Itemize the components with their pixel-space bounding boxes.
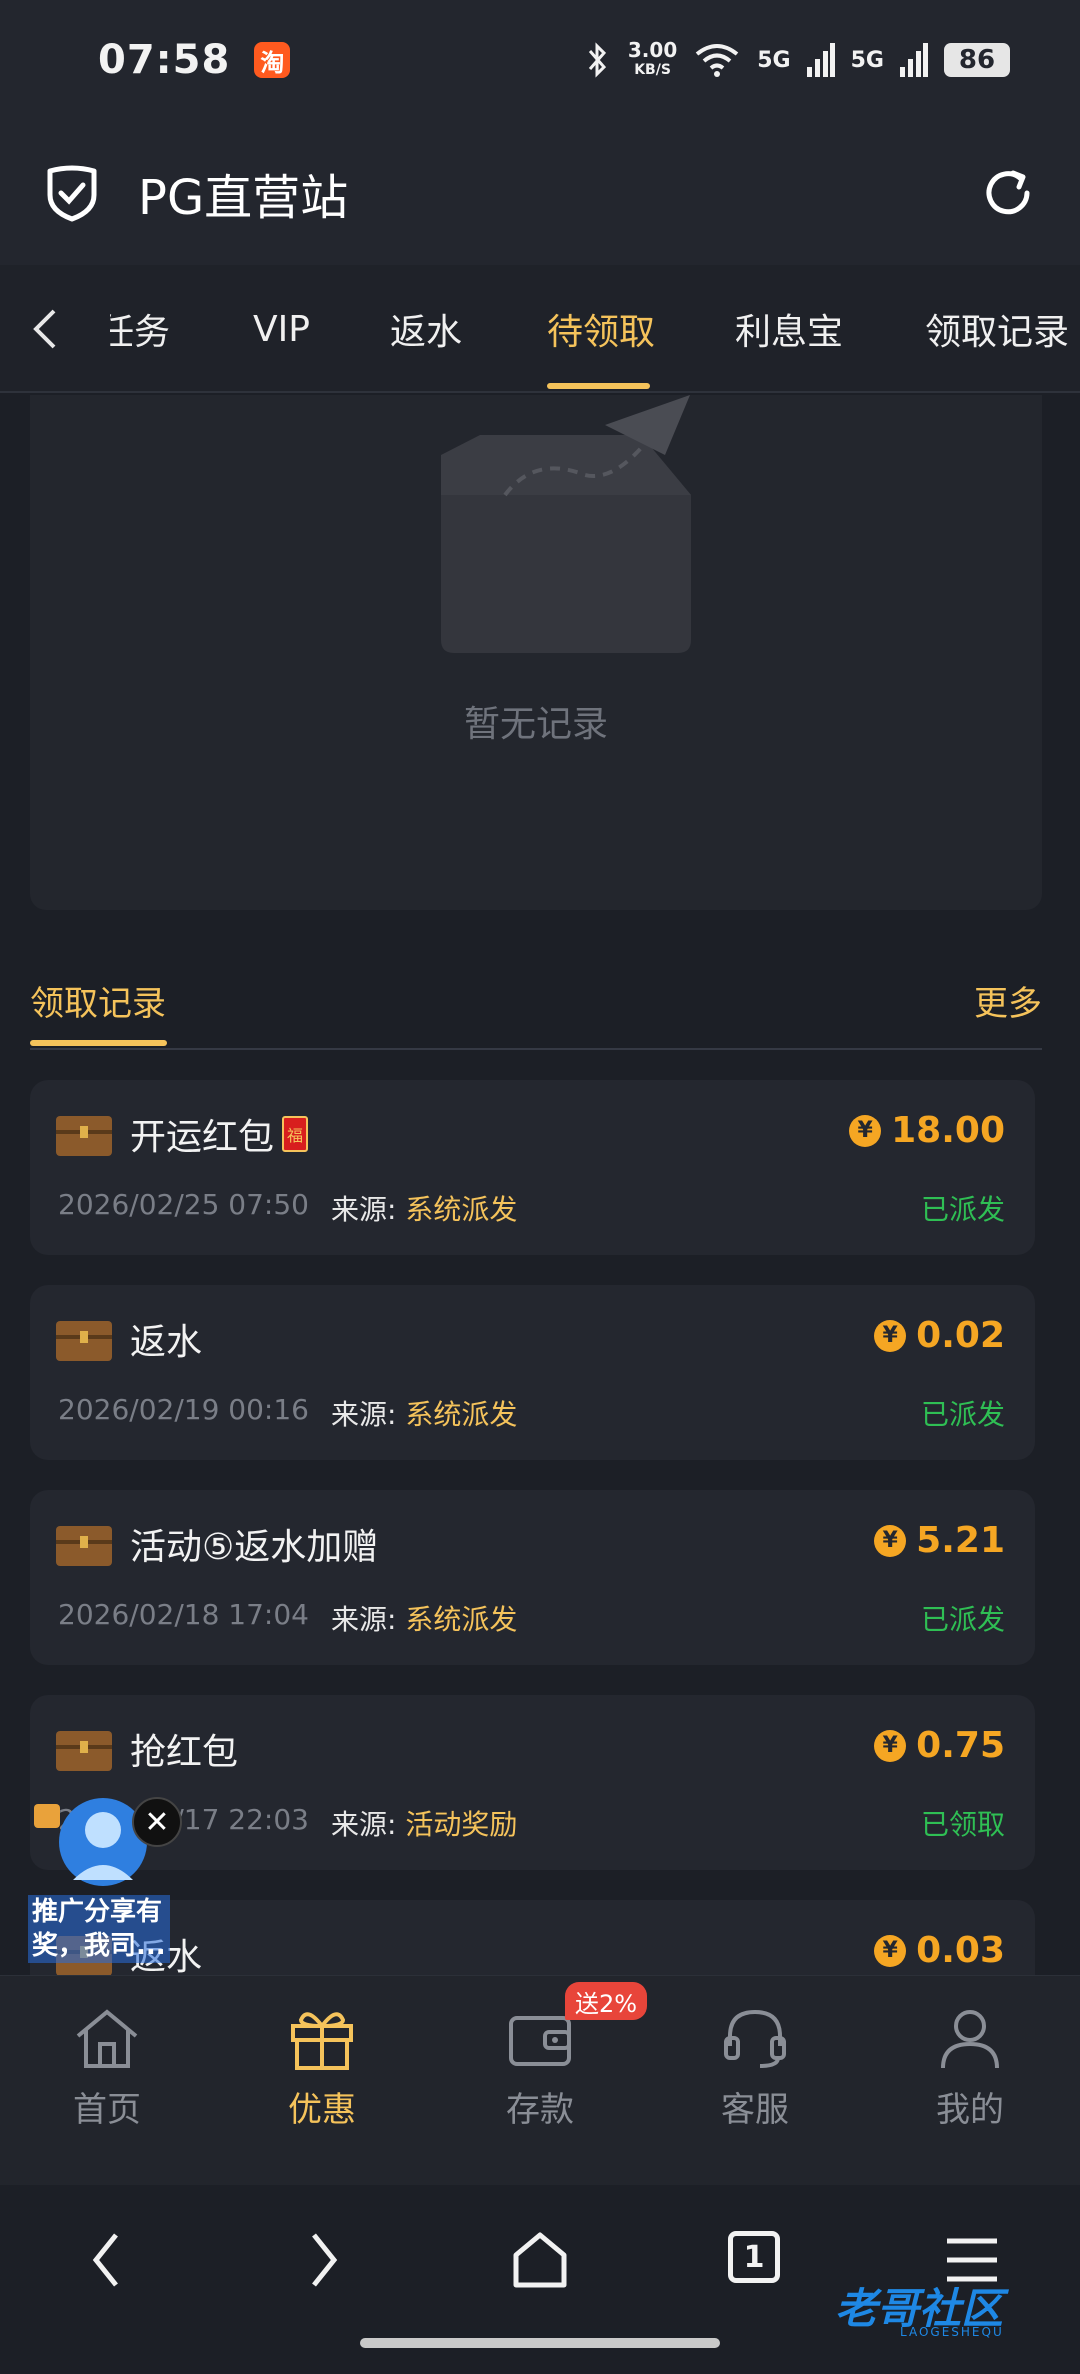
record-item[interactable]: 开运红包福 ¥18.00 2026/02/25 07:50 来源: 系统派发 已…	[30, 1080, 1035, 1255]
record-status: 已派发	[920, 1603, 1005, 1636]
bottom-nav: 首页 优惠 存款 客服 我的	[0, 1975, 1080, 2185]
tab-rebate[interactable]: 返水	[390, 265, 462, 393]
records-title[interactable]: 领取记录	[30, 976, 166, 1025]
records-section-header: 领取记录 更多	[30, 970, 1042, 1050]
nav-deposit[interactable]: 存款	[465, 2006, 615, 2131]
record-title: 活动⑤返水加赠	[130, 1527, 379, 1568]
signal-bars-icon	[900, 43, 928, 77]
source-label: 来源:	[330, 1193, 397, 1226]
record-status: 已派发	[920, 1193, 1005, 1226]
signal-5g-icon: 5G	[757, 47, 791, 73]
home-indicator[interactable]	[360, 2338, 720, 2348]
source-value: 系统派发	[405, 1603, 518, 1636]
red-envelope-icon: 福	[282, 1116, 309, 1152]
nav-profile[interactable]: 我的	[895, 2006, 1045, 2131]
battery-indicator: 86	[944, 43, 1010, 77]
record-date: 2026/02/18 17:04	[58, 1598, 309, 1631]
forward-arrow-icon[interactable]	[304, 2225, 344, 2295]
nav-promotions[interactable]: 优惠	[247, 2006, 397, 2131]
yuan-coin-icon: ¥	[874, 1319, 907, 1352]
source-value: 活动奖励	[405, 1808, 518, 1841]
app-header: PG直营站	[0, 120, 1080, 265]
record-meta: 2026/02/25 07:50 来源: 系统派发	[58, 1188, 517, 1228]
record-meta: 2026/02/18 17:04 来源: 系统派发	[58, 1598, 517, 1638]
record-date: 2026/02/25 07:50	[58, 1188, 309, 1221]
source-value: 系统派发	[405, 1193, 518, 1226]
yuan-coin-icon: ¥	[849, 1114, 882, 1147]
records-title-underline	[30, 1040, 167, 1046]
refresh-icon[interactable]	[980, 165, 1036, 221]
bluetooth-icon	[588, 42, 606, 78]
record-item[interactable]: 返水 ¥0.02 2026/02/19 00:16 来源: 系统派发 已派发	[30, 1285, 1035, 1460]
nav-home[interactable]: 首页	[32, 2006, 182, 2131]
shield-check-icon[interactable]	[44, 163, 100, 223]
gift-icon	[291, 2012, 353, 2070]
source-label: 来源:	[330, 1808, 397, 1841]
active-tab-indicator	[547, 383, 650, 389]
record-item[interactable]: 抢红包 ¥0.75 2026/02/17 22:03 来源: 活动奖励 已领取	[30, 1695, 1035, 1870]
empty-box-icon	[441, 395, 691, 653]
status-icons: 3.00 KB/S 5G 5G 86	[584, 40, 1010, 80]
user-icon	[941, 2010, 999, 2069]
treasure-chest-icon	[56, 1321, 112, 1361]
tab-pending[interactable]: 待领取	[547, 265, 655, 393]
wifi-icon	[696, 44, 739, 77]
record-title: 抢红包	[130, 1732, 239, 1773]
treasure-chest-icon	[56, 1116, 112, 1156]
browser-home-icon[interactable]	[510, 2225, 570, 2295]
browser-tabs-button[interactable]: 1	[728, 2231, 780, 2283]
source-label: 来源:	[330, 1398, 397, 1431]
promo-text[interactable]: 推广分享有 奖，我司...	[28, 1895, 170, 1963]
treasure-chest-icon	[56, 1526, 112, 1566]
record-title: 开运红包福	[130, 1108, 309, 1160]
treasure-chest-icon	[56, 1731, 112, 1771]
record-status: 已领取	[920, 1808, 1005, 1841]
source-label: 来源:	[330, 1603, 397, 1636]
yuan-coin-icon: ¥	[874, 1729, 907, 1762]
record-meta: 2026/02/19 00:16 来源: 系统派发	[58, 1393, 517, 1433]
page-title: PG直营站	[138, 169, 349, 226]
home-icon	[76, 2009, 138, 2068]
nav-support[interactable]: 客服	[680, 2006, 830, 2131]
record-item[interactable]: 返水 ¥0.03	[30, 1900, 1035, 1978]
watermark-subtext: LAOGESHEQU	[900, 2325, 1004, 2339]
tab-task[interactable]: 任务	[110, 265, 170, 393]
record-title: 返水	[130, 1322, 203, 1363]
taobao-app-icon: 淘	[254, 42, 291, 78]
deposit-bonus-badge: 送2%	[565, 1982, 648, 2020]
record-amount: ¥0.75	[874, 1725, 1005, 1766]
headset-icon	[724, 2009, 786, 2068]
more-link[interactable]: 更多	[974, 976, 1042, 1025]
signal-5g-icon: 5G	[850, 47, 884, 73]
record-amount: ¥0.03	[874, 1930, 1005, 1971]
net-speed: 3.00 KB/S	[627, 38, 678, 78]
record-amount: ¥0.02	[874, 1315, 1005, 1356]
record-status: 已派发	[920, 1398, 1005, 1431]
yuan-coin-icon: ¥	[874, 1934, 907, 1967]
tab-bar: 任务 VIP 返水 待领取 利息宝 领取记录	[0, 265, 1080, 393]
back-arrow-icon[interactable]	[86, 2225, 126, 2295]
tab-interest[interactable]: 利息宝	[735, 265, 843, 393]
tab-vip[interactable]: VIP	[253, 265, 310, 393]
close-promo-button[interactable]: ✕	[132, 1797, 182, 1847]
empty-text: 暂无记录	[463, 704, 608, 745]
status-bar: 07:58 淘 3.00 KB/S 5G 5G 86	[0, 0, 1080, 120]
signal-bars-icon	[806, 43, 835, 77]
source-value: 系统派发	[405, 1398, 518, 1431]
status-time: 07:58	[98, 37, 231, 83]
tab-claim-history[interactable]: 领取记录	[925, 265, 1069, 393]
record-amount: ¥5.21	[874, 1520, 1005, 1561]
chevron-left-icon[interactable]	[30, 307, 60, 351]
record-amount: ¥18.00	[849, 1110, 1005, 1151]
record-item[interactable]: 活动⑤返水加赠 ¥5.21 2026/02/18 17:04 来源: 系统派发 …	[30, 1490, 1035, 1665]
record-date: 2026/02/19 00:16	[58, 1393, 309, 1426]
pending-panel: 暂无记录	[30, 395, 1042, 910]
yuan-coin-icon: ¥	[874, 1524, 907, 1557]
